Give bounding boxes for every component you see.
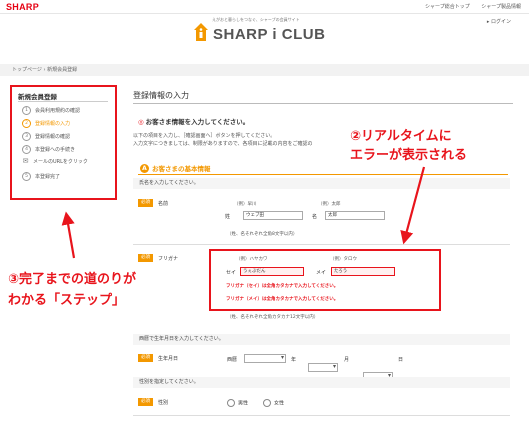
arrow-to-steps <box>61 211 76 259</box>
annotation-arrows <box>61 166 426 259</box>
arrow-to-error <box>400 166 426 245</box>
